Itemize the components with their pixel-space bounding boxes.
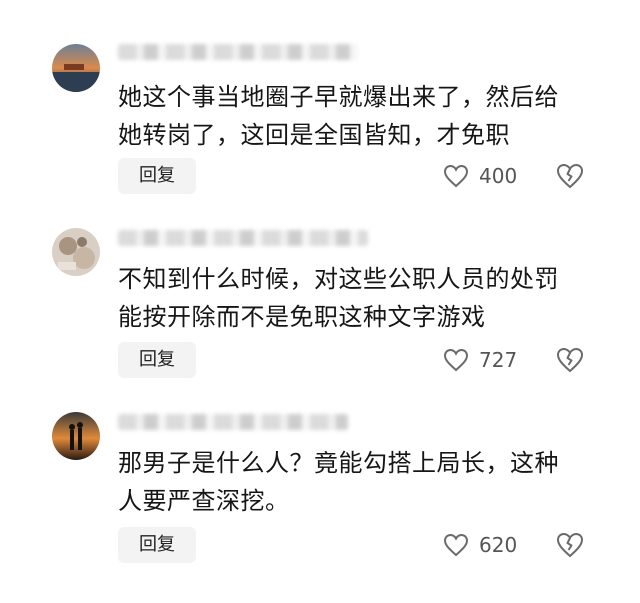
reply-button[interactable]: 回复	[118, 158, 196, 194]
comment-text-line: 她转岗了，这回是全国皆知，才免职	[118, 121, 510, 149]
comment-text-line: 那男子是什么人？竟能勾搭上局长，这种	[118, 449, 559, 477]
comment-text: 不知到什么时候，对这些公职人员的处罚 能按开除而不是免职这种文字游戏	[118, 260, 598, 336]
comment-text-line: 人要严查深挖。	[118, 487, 290, 515]
dislike-button[interactable]	[556, 531, 584, 559]
dislike-button[interactable]	[556, 162, 584, 190]
username-blurred	[118, 44, 358, 60]
heart-outline-icon	[443, 348, 469, 372]
comment-text-line: 不知到什么时候，对这些公职人员的处罚	[118, 265, 559, 293]
dislike-button[interactable]	[556, 346, 584, 374]
avatar[interactable]	[52, 412, 100, 460]
like-count: 620	[479, 533, 518, 557]
broken-heart-outline-icon	[556, 163, 584, 189]
avatar[interactable]	[52, 44, 100, 92]
reply-button[interactable]: 回复	[118, 342, 196, 378]
heart-outline-icon	[443, 533, 469, 557]
like-count: 727	[479, 348, 518, 372]
like-button[interactable]: 400	[443, 158, 517, 194]
broken-heart-outline-icon	[556, 532, 584, 558]
username-blurred	[118, 230, 368, 246]
avatar[interactable]	[52, 228, 100, 276]
reply-button[interactable]: 回复	[118, 527, 196, 563]
like-button[interactable]: 620	[443, 527, 517, 563]
comment-text-line: 她这个事当地圈子早就爆出来了，然后给	[118, 83, 559, 111]
comment-text: 那男子是什么人？竟能勾搭上局长，这种 人要严查深挖。	[118, 444, 598, 520]
broken-heart-outline-icon	[556, 347, 584, 373]
comment-text-line: 能按开除而不是免职这种文字游戏	[118, 303, 486, 331]
like-button[interactable]: 727	[443, 342, 517, 378]
username-blurred	[118, 414, 348, 430]
like-count: 400	[479, 164, 518, 188]
heart-outline-icon	[443, 164, 469, 188]
comment-text: 她这个事当地圈子早就爆出来了，然后给 她转岗了，这回是全国皆知，才免职	[118, 78, 598, 154]
